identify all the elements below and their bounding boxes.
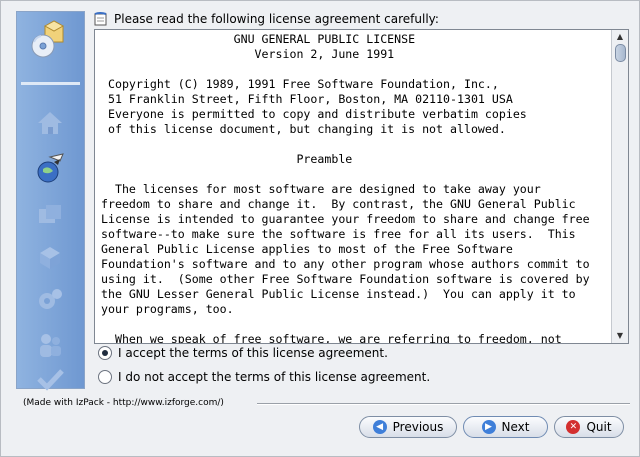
steps-panel xyxy=(16,11,85,391)
license-text: GNU GENERAL PUBLIC LICENSE Version 2, Ju… xyxy=(101,32,590,343)
decline-label: I do not accept the terms of this licens… xyxy=(118,370,431,384)
radio-unselected-icon[interactable] xyxy=(98,370,112,384)
instruction-text: Please read the following license agreem… xyxy=(114,12,439,26)
quit-button[interactable]: ✕ Quit xyxy=(554,416,624,438)
footer-separator xyxy=(257,403,630,405)
settings-icon xyxy=(33,282,67,316)
radio-selected-icon[interactable] xyxy=(98,346,112,360)
previous-label: Previous xyxy=(392,420,444,434)
installer-icon xyxy=(29,20,69,60)
home-icon xyxy=(33,106,67,140)
decline-radio[interactable]: I do not accept the terms of this licens… xyxy=(98,370,430,384)
quit-label: Quit xyxy=(586,420,612,434)
license-header: Please read the following license agreem… xyxy=(94,12,439,26)
license-text-area[interactable]: GNU GENERAL PUBLIC LICENSE Version 2, Ju… xyxy=(94,29,629,344)
book-icon xyxy=(94,12,107,26)
accept-label: I accept the terms of this license agree… xyxy=(118,346,388,360)
close-icon: ✕ xyxy=(566,420,581,434)
users-icon xyxy=(33,328,67,362)
finish-icon xyxy=(33,362,67,396)
steps-separator xyxy=(21,82,80,85)
packs-icon xyxy=(33,198,67,232)
install-icon xyxy=(33,240,67,274)
scroll-up-icon[interactable]: ▲ xyxy=(615,32,625,42)
license-scrollbar[interactable]: ▲ ▼ xyxy=(611,30,628,343)
accept-radio[interactable]: I accept the terms of this license agree… xyxy=(98,346,388,360)
next-label: Next xyxy=(501,420,530,434)
previous-button[interactable]: ◀ Previous xyxy=(359,416,457,438)
scroll-thumb[interactable] xyxy=(615,44,626,62)
license-icon xyxy=(33,152,67,186)
arrow-left-icon: ◀ xyxy=(372,420,387,434)
scroll-down-icon[interactable]: ▼ xyxy=(615,331,625,341)
installer-window: Please read the following license agreem… xyxy=(0,0,640,457)
arrow-right-icon: ▶ xyxy=(481,420,496,434)
made-with-label: (Made with IzPack - http://www.izforge.c… xyxy=(23,398,224,408)
next-button[interactable]: ▶ Next xyxy=(463,416,548,438)
